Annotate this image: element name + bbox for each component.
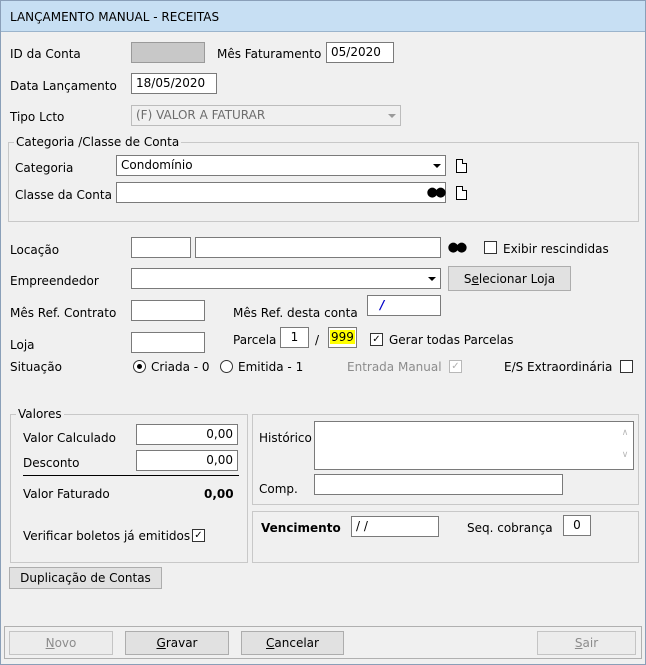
cancelar-button[interactable]: Cancelar (241, 631, 344, 655)
entrada-manual-checkbox: ✓ (449, 360, 462, 373)
sair-button[interactable]: Sair (537, 631, 636, 655)
mes-ref-contrato-field[interactable] (131, 300, 205, 321)
new-document-icon (455, 185, 467, 200)
seq-cobranca-label: Seq. cobrança (467, 521, 553, 535)
vencimento-field[interactable]: / / (351, 516, 439, 537)
emitida-label: Emitida - 1 (238, 360, 304, 374)
gerar-parcelas-checkbox[interactable]: ✓ (370, 333, 383, 346)
exibir-rescindidas-label: Exibir rescindidas (503, 242, 609, 256)
tipo-lcto-label: Tipo Lcto (10, 110, 65, 124)
emitida-radio[interactable] (220, 360, 233, 373)
desconto-field[interactable]: 0,00 (136, 450, 238, 471)
locacao-desc-field[interactable] (195, 237, 441, 258)
tipo-lcto-select: (F) VALOR A FATURAR (131, 105, 401, 126)
valores-divider (23, 475, 239, 476)
vencimento-label: Vencimento (261, 521, 341, 535)
data-lancamento-field[interactable]: 18/05/2020 (131, 73, 217, 94)
duplicacao-contas-button[interactable]: Duplicação de Contas (9, 567, 162, 589)
criada-label: Criada - 0 (151, 360, 210, 374)
new-document-icon (455, 158, 467, 173)
categoria-group-legend: Categoria /Classe de Conta (14, 135, 182, 149)
es-extra-checkbox[interactable] (620, 360, 633, 373)
classe-conta-label: Classe da Conta (15, 188, 112, 202)
mes-faturamento-label: Mês Faturamento (217, 47, 322, 61)
comp-field[interactable] (314, 474, 563, 495)
chevron-down-icon (384, 107, 399, 124)
valor-faturado-value: 0,00 (204, 487, 234, 501)
entrada-manual-label: Entrada Manual (347, 360, 442, 374)
loja-label: Loja (10, 338, 35, 352)
empreendedor-label: Empreendedor (10, 274, 99, 288)
historico-label: Histórico (259, 431, 312, 445)
categoria-label: Categoria (15, 161, 74, 175)
parcela-field[interactable]: 1 (280, 327, 309, 348)
novo-button: Novo (9, 631, 113, 655)
id-conta-field (131, 42, 205, 63)
gerar-parcelas-label: Gerar todas Parcelas (389, 333, 514, 347)
window: LANÇAMENTO MANUAL - RECEITAS ID da Conta… (0, 0, 646, 665)
mes-ref-conta-label: Mês Ref. desta conta (233, 306, 358, 320)
data-lancamento-label: Data Lançamento (10, 79, 117, 93)
es-extra-label: E/S Extraordinária (504, 360, 613, 374)
parcela-separator: / (315, 333, 320, 347)
locacao-code-field[interactable] (131, 237, 191, 258)
historico-field[interactable]: ∧ ∨ (314, 421, 634, 470)
binoculars-icon[interactable]: ●● (446, 237, 468, 258)
criada-radio[interactable] (133, 360, 146, 373)
mes-faturamento-field[interactable]: 05/2020 (326, 42, 394, 63)
valor-calculado-field[interactable]: 0,00 (136, 424, 238, 445)
window-title: LANÇAMENTO MANUAL - RECEITAS (10, 10, 220, 24)
id-conta-label: ID da Conta (10, 47, 81, 61)
gravar-button[interactable]: Gravar (125, 631, 229, 655)
valor-faturado-label: Valor Faturado (23, 487, 110, 501)
selecionar-loja-button[interactable]: Se lecionar Loja (448, 266, 571, 291)
new-categoria-button[interactable] (451, 155, 471, 176)
seq-cobranca-field[interactable]: 0 (563, 515, 591, 536)
binoculars-icon[interactable]: ●● (425, 182, 447, 203)
valor-calculado-label: Valor Calculado (23, 431, 116, 445)
exibir-rescindidas-checkbox[interactable] (484, 241, 497, 254)
new-classe-button[interactable] (451, 182, 471, 203)
categoria-select[interactable]: Condomínio (116, 155, 446, 176)
chevron-down-icon[interactable] (429, 157, 444, 174)
verificar-boletos-checkbox[interactable]: ✓ (192, 529, 205, 542)
mes-ref-contrato-label: Mês Ref. Contrato (10, 306, 117, 320)
classe-conta-field[interactable] (116, 182, 446, 203)
parcela-label: Parcela (233, 333, 277, 347)
parcela-total-field[interactable]: 999 (328, 327, 357, 348)
locacao-label: Locação (10, 243, 60, 257)
chevron-down-icon[interactable] (424, 270, 439, 287)
verificar-boletos-label: Verificar boletos já emitidos (23, 529, 191, 543)
comp-label: Comp. (259, 482, 298, 496)
situacao-label: Situação (10, 360, 62, 374)
tipo-lcto-value: (F) VALOR A FATURAR (136, 108, 266, 122)
scrollbar[interactable]: ∧ ∨ (617, 422, 633, 469)
title-bar: LANÇAMENTO MANUAL - RECEITAS (1, 1, 645, 32)
parcela-total-value: 999 (330, 330, 355, 344)
empreendedor-select[interactable] (131, 268, 441, 289)
valores-legend: Valores (16, 407, 64, 421)
mes-ref-conta-field[interactable]: / (367, 295, 441, 316)
desconto-label: Desconto (23, 456, 80, 470)
categoria-value: Condomínio (121, 158, 193, 172)
loja-field[interactable] (131, 332, 205, 353)
